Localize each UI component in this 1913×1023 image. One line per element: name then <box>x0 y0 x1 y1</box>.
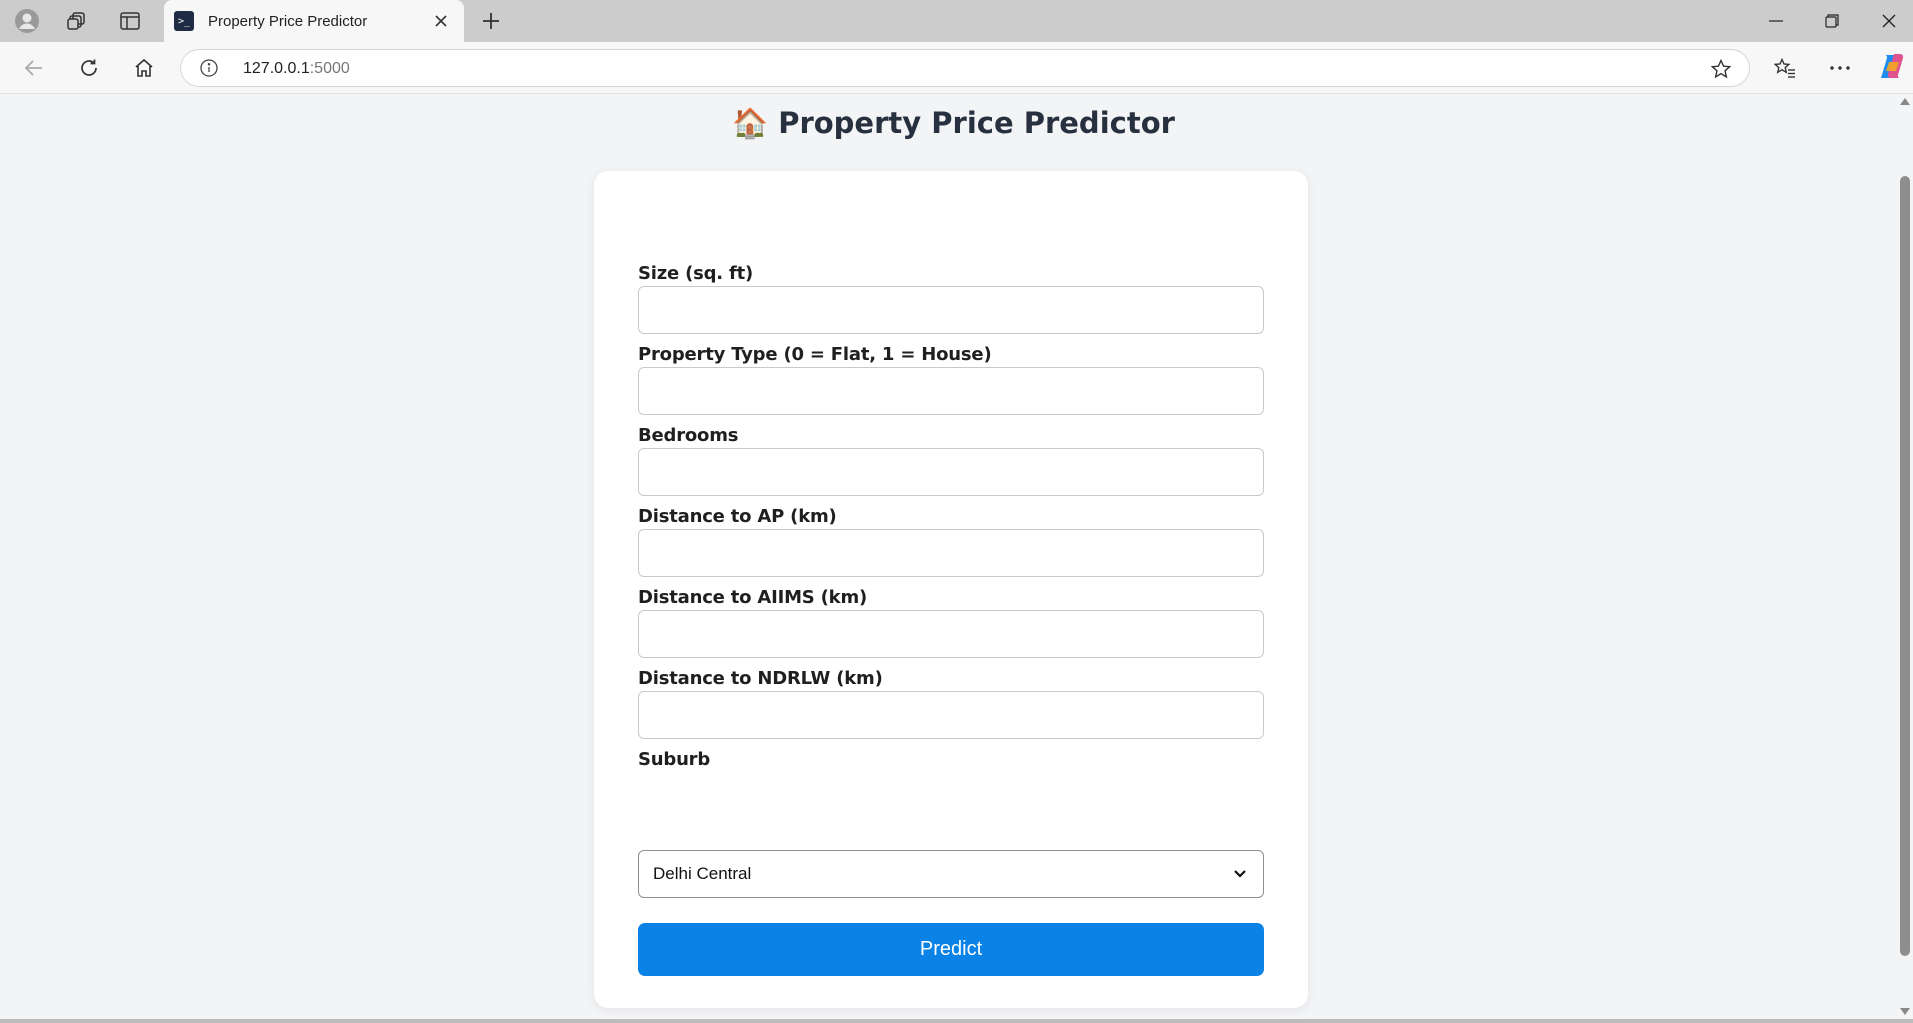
site-info-icon[interactable] <box>199 58 219 78</box>
chevron-down-icon <box>1233 866 1249 882</box>
restore-icon[interactable] <box>1803 0 1861 42</box>
predict-button[interactable]: Predict <box>638 923 1264 976</box>
prediction-form: Size (sq. ft) Property Type (0 = Flat, 1… <box>594 171 1308 1008</box>
tab-actions-icon[interactable] <box>113 6 147 36</box>
page-title: 🏠 Property Price Predictor <box>5 106 1902 141</box>
url-host: 127.0.0.1 <box>243 60 310 77</box>
home-icon[interactable] <box>126 51 162 85</box>
distance-ap-label: Distance to AP (km) <box>638 506 837 527</box>
window-close-icon[interactable] <box>1860 0 1913 42</box>
suburb-label: Suburb <box>638 749 711 770</box>
favorites-icon[interactable] <box>1767 51 1803 85</box>
page-title-text: Property Price Predictor <box>778 106 1175 140</box>
distance-aiims-input[interactable] <box>638 610 1264 658</box>
property-type-input[interactable] <box>638 367 1264 415</box>
browser-toolbar: 127.0.0.1:5000 <box>0 42 1913 94</box>
distance-ap-input[interactable] <box>638 529 1264 577</box>
close-icon[interactable] <box>428 8 454 34</box>
suburb-select[interactable]: Delhi Central <box>638 850 1264 898</box>
minimize-icon[interactable] <box>1747 0 1805 42</box>
scroll-down-icon[interactable] <box>1900 1008 1910 1015</box>
new-tab-icon[interactable] <box>474 6 508 36</box>
terminal-favicon-icon: >_ <box>174 11 194 31</box>
scroll-up-icon[interactable] <box>1900 98 1910 105</box>
more-icon[interactable] <box>1822 51 1858 85</box>
page-scrollbar[interactable] <box>1897 94 1913 1019</box>
distance-ndrlw-label: Distance to NDRLW (km) <box>638 668 883 689</box>
size-label: Size (sq. ft) <box>638 263 754 284</box>
distance-ndrlw-input[interactable] <box>638 691 1264 739</box>
workspaces-icon[interactable] <box>60 6 94 36</box>
back-icon[interactable] <box>16 51 52 85</box>
tab-strip: >_ Property Price Predictor <box>0 0 1913 42</box>
page-viewport: 🏠 Property Price Predictor Size (sq. ft) … <box>5 94 1902 1019</box>
tab-title: Property Price Predictor <box>208 12 368 30</box>
size-input[interactable] <box>638 286 1264 334</box>
bedrooms-input[interactable] <box>638 448 1264 496</box>
url-text[interactable]: 127.0.0.1:5000 <box>243 60 350 78</box>
property-type-label: Property Type (0 = Flat, 1 = House) <box>638 344 992 365</box>
window-bottom-border <box>0 1019 1913 1023</box>
bedrooms-label: Bedrooms <box>638 425 739 446</box>
url-port: :5000 <box>309 60 350 77</box>
favorite-star-icon[interactable] <box>1709 57 1733 81</box>
refresh-icon[interactable] <box>71 51 107 85</box>
scroll-thumb[interactable] <box>1900 176 1910 956</box>
profile-icon[interactable] <box>10 6 44 36</box>
active-tab[interactable]: >_ Property Price Predictor <box>164 0 464 42</box>
address-bar[interactable]: 127.0.0.1:5000 <box>180 49 1750 87</box>
copilot-icon[interactable] <box>1876 51 1906 81</box>
house-icon: 🏠 <box>732 106 769 140</box>
distance-aiims-label: Distance to AIIMS (km) <box>638 587 868 608</box>
suburb-selected-value: Delhi Central <box>653 864 752 883</box>
